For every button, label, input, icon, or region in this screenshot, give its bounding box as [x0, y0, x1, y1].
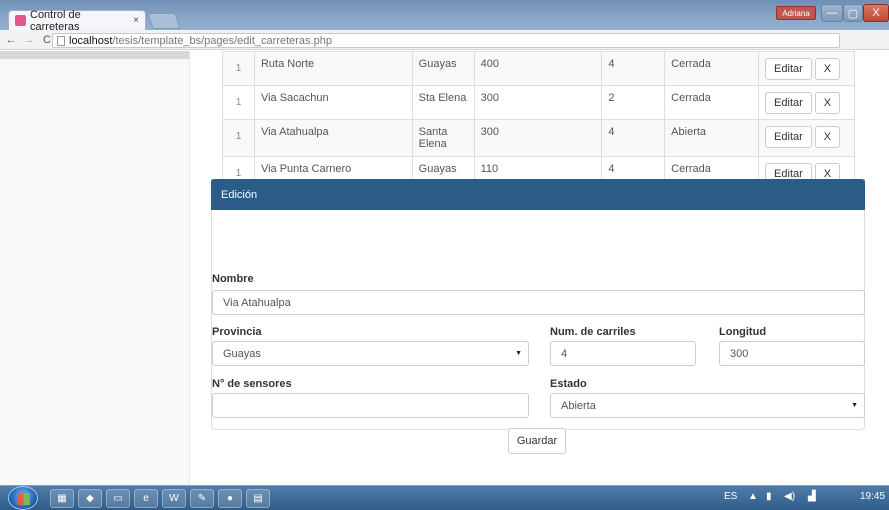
address-bar[interactable]: localhost /tesis/template_bs/pages/edit_… [52, 33, 840, 48]
clock[interactable]: 19:45 [860, 491, 885, 502]
page-icon [57, 35, 65, 46]
sidebar [0, 51, 190, 485]
row-id: 1 [222, 51, 255, 86]
nombre-value: Via Atahualpa [223, 296, 291, 309]
nombre-label: Nombre [212, 273, 254, 285]
taskbar-paint-icon[interactable]: ✎ [190, 489, 214, 508]
url-path: /tesis/template_bs/pages/edit_carreteras… [112, 34, 332, 47]
chevron-down-icon: ▼ [515, 350, 522, 357]
delete-button[interactable]: X [814, 92, 841, 114]
estado-value: Abierta [561, 399, 596, 412]
chevron-down-icon: ▼ [851, 402, 858, 409]
provincia-label: Provincia [212, 326, 262, 338]
edit-button[interactable]: Editar [765, 92, 812, 114]
provincia-select[interactable]: Guayas ▼ [212, 341, 529, 366]
longitud-input[interactable]: 300 [719, 341, 865, 366]
roads-table-wrapper: 1 Ruta Norte Guayas 400 4 Cerrada Editar X 1 Via … [222, 51, 855, 191]
close-window-button[interactable]: X [863, 4, 889, 22]
roads-table: 1 Ruta Norte Guayas 400 4 Cerrada Editar X 1 Via … [222, 51, 855, 191]
forward-arrow-icon[interactable]: → [22, 34, 36, 46]
minimize-button[interactable]: — [821, 4, 843, 22]
edit-button[interactable]: Editar [765, 126, 812, 148]
carriles-value: 4 [561, 347, 568, 360]
tab-title: Control de carreteras [30, 8, 81, 33]
estado-select[interactable]: Abierta ▼ [550, 393, 865, 418]
volume-icon[interactable]: ◀) [784, 491, 795, 502]
nombre-input[interactable]: Via Atahualpa [212, 290, 865, 315]
province-cell: Guayas [411, 51, 475, 86]
tray-arrow-icon[interactable]: ▲ [748, 491, 758, 502]
sensores-input[interactable] [212, 393, 529, 418]
url-host: localhost [69, 34, 113, 47]
actions-cell: Editar X [758, 85, 855, 120]
edit-panel-heading: Edición [211, 179, 865, 210]
lanes-cell: 2 [601, 85, 666, 120]
profile-badge[interactable]: Adriana [776, 6, 816, 20]
table-row: 1 Via Sacachun Sta Elena 300 2 Cerrada Editar X [222, 85, 855, 120]
road-name-cell: Via Sacachun [253, 85, 413, 120]
lanes-cell: 4 [601, 119, 666, 157]
estado-label: Estado [550, 378, 587, 390]
network-icon[interactable]: ▟ [808, 491, 816, 502]
longitud-value: 300 [730, 347, 749, 360]
sidebar-strip [0, 51, 189, 59]
taskbar-app-icon[interactable]: ◆ [78, 489, 102, 508]
sensores-label: N° de sensores [212, 378, 292, 390]
maximize-button[interactable]: ▢ [843, 4, 863, 22]
carriles-label: Num. de carriles [550, 326, 636, 338]
taskbar-folder-icon[interactable]: ▭ [106, 489, 130, 508]
taskbar-chrome-icon[interactable]: ● [218, 489, 242, 508]
province-cell: Santa Elena [411, 119, 475, 157]
longitud-label: Longitud [719, 326, 767, 338]
delete-button[interactable]: X [814, 126, 841, 148]
tab-close-icon[interactable]: × [133, 15, 139, 26]
status-cell: Cerrada [664, 51, 760, 86]
row-id: 1 [222, 85, 255, 120]
length-cell: 300 [473, 85, 603, 120]
table-row: 1 Ruta Norte Guayas 400 4 Cerrada Editar X [222, 51, 855, 86]
taskbar-explorer-icon[interactable]: ▦ [50, 489, 74, 508]
table-row: 1 Via Atahualpa Santa Elena 300 4 Abierta Edit… [222, 119, 855, 157]
length-cell: 400 [473, 51, 603, 86]
battery-icon[interactable]: ▮ [766, 491, 772, 502]
taskbar-files-icon[interactable]: ▤ [246, 489, 270, 508]
road-name-cell: Via Atahualpa [253, 119, 413, 157]
tab-favicon-icon [15, 15, 26, 26]
windows-logo-icon [17, 493, 30, 505]
start-button[interactable] [8, 486, 38, 510]
road-name-cell: Ruta Norte [253, 51, 413, 86]
language-indicator[interactable]: ES [724, 491, 737, 502]
actions-cell: Editar X [758, 51, 855, 86]
save-button[interactable]: Guardar [508, 428, 566, 454]
back-arrow-icon[interactable]: ← [4, 34, 18, 46]
length-cell: 300 [473, 119, 603, 157]
windows-taskbar: ▦ ◆ ▭ e W ✎ ● ▤ ES ▲ ▮ ◀) ▟ 19:45 [0, 485, 889, 510]
taskbar-ie-icon[interactable]: e [134, 489, 158, 508]
status-cell: Cerrada [664, 85, 760, 120]
carriles-input[interactable]: 4 [550, 341, 696, 366]
browser-toolbar: ← → C localhost /tesis/template_bs/pages… [0, 30, 889, 76]
taskbar-word-icon[interactable]: W [162, 489, 186, 508]
status-cell: Abierta [664, 119, 760, 157]
edit-button[interactable]: Editar [765, 58, 812, 80]
browser-tab[interactable]: Control de carreteras × [8, 8, 146, 33]
row-id: 1 [222, 119, 255, 157]
delete-button[interactable]: X [814, 58, 841, 80]
new-tab-button[interactable] [147, 13, 181, 29]
province-cell: Sta Elena [411, 85, 475, 120]
provincia-value: Guayas [223, 347, 261, 360]
actions-cell: Editar X [758, 119, 855, 157]
browser-titlebar: Control de carreteras × Adriana — ▢ X [0, 0, 889, 33]
lanes-cell: 4 [601, 51, 666, 86]
